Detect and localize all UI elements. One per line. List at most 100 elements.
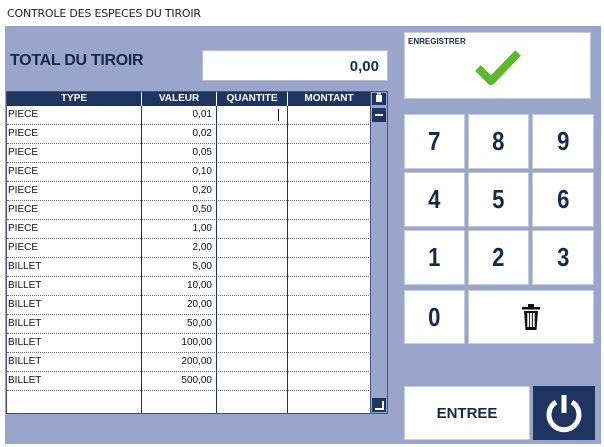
- grid-scrollbar[interactable]: [370, 92, 387, 413]
- cell-value: 500,00: [142, 372, 217, 391]
- cell-type: PIECE: [7, 144, 142, 163]
- key-3[interactable]: 3: [532, 230, 594, 285]
- save-button[interactable]: ENREGISTRER: [404, 32, 591, 99]
- cell-value: 10,00: [142, 277, 217, 296]
- cell-type: BILLET: [7, 372, 142, 391]
- cell-value: 100,00: [142, 334, 217, 353]
- cell-quantity[interactable]: [217, 334, 288, 353]
- scroll-top-icon[interactable]: [372, 93, 386, 105]
- table-row[interactable]: BILLET 5,00: [7, 258, 371, 277]
- cell-amount: [288, 296, 371, 315]
- cell-quantity[interactable]: [217, 277, 288, 296]
- key-2[interactable]: 2: [468, 230, 529, 285]
- cell-type: BILLET: [7, 334, 142, 353]
- cell-quantity[interactable]: [217, 163, 288, 182]
- column-header-value[interactable]: VALEUR: [142, 92, 217, 106]
- cell-amount: [288, 201, 371, 220]
- scroll-down-button[interactable]: [372, 398, 386, 412]
- table-row[interactable]: BILLET 50,00: [7, 315, 371, 334]
- cell-quantity[interactable]: [217, 315, 288, 334]
- cell-type: BILLET: [7, 296, 142, 315]
- cash-grid: TYPE VALEUR QUANTITE MONTANT PIECE 0,01 PI…: [6, 91, 388, 414]
- cell-value: 0,01: [142, 106, 217, 125]
- total-field: 0,00: [202, 50, 388, 81]
- cell-quantity[interactable]: [217, 182, 288, 201]
- table-row[interactable]: PIECE 2,00: [7, 239, 371, 258]
- cell-quantity[interactable]: [217, 372, 288, 391]
- cell-value: 0,20: [142, 182, 217, 201]
- table-row[interactable]: PIECE 0,01: [7, 106, 371, 125]
- cell-quantity[interactable]: [217, 106, 288, 125]
- grid-header: TYPE VALEUR QUANTITE MONTANT: [7, 92, 371, 106]
- key-7[interactable]: 7: [404, 114, 465, 169]
- column-header-amount[interactable]: MONTANT: [288, 92, 371, 106]
- cell-quantity[interactable]: [217, 353, 288, 372]
- table-row[interactable]: PIECE 1,00: [7, 220, 371, 239]
- cell-amount: [288, 315, 371, 334]
- cell-value: 1,00: [142, 220, 217, 239]
- cell-value: 2,00: [142, 239, 217, 258]
- column-header-quantity[interactable]: QUANTITE: [217, 92, 288, 106]
- cell-type: PIECE: [7, 239, 142, 258]
- cell-amount: [288, 125, 371, 144]
- table-row[interactable]: PIECE 0,02: [7, 125, 371, 144]
- cell-value: 0,50: [142, 201, 217, 220]
- scroll-up-button[interactable]: [372, 108, 386, 122]
- column-header-type[interactable]: TYPE: [7, 92, 142, 106]
- key-8[interactable]: 8: [468, 114, 529, 169]
- delete-button[interactable]: [468, 290, 594, 344]
- table-row[interactable]: BILLET 20,00: [7, 296, 371, 315]
- cell-quantity[interactable]: [217, 220, 288, 239]
- enter-label: ENTREE: [436, 404, 498, 422]
- cell-type: BILLET: [7, 353, 142, 372]
- key-0[interactable]: 0: [404, 290, 465, 344]
- cell-quantity[interactable]: [217, 258, 288, 277]
- table-row[interactable]: BILLET 500,00: [7, 372, 371, 391]
- cell-quantity[interactable]: [217, 144, 288, 163]
- power-button[interactable]: [533, 386, 595, 440]
- table-row[interactable]: BILLET 200,00: [7, 353, 371, 372]
- key-9-label: 9: [556, 126, 570, 156]
- cell-amount: [288, 277, 371, 296]
- text-cursor: [278, 109, 279, 121]
- key-6[interactable]: 6: [532, 172, 594, 227]
- key-7-label: 7: [428, 126, 441, 156]
- empty-cell: [288, 391, 371, 413]
- table-row[interactable]: PIECE 0,10: [7, 163, 371, 182]
- cell-type: PIECE: [7, 163, 142, 182]
- table-row[interactable]: BILLET 100,00: [7, 334, 371, 353]
- total-value: 0,00: [349, 58, 379, 75]
- key-5[interactable]: 5: [468, 172, 529, 227]
- cell-quantity[interactable]: [217, 125, 288, 144]
- cell-quantity[interactable]: [217, 239, 288, 258]
- key-1-label: 1: [428, 242, 441, 272]
- cell-quantity[interactable]: [217, 201, 288, 220]
- table-row[interactable]: BILLET 10,00: [7, 277, 371, 296]
- cell-quantity[interactable]: [217, 296, 288, 315]
- table-row[interactable]: PIECE 0,05: [7, 144, 371, 163]
- grid-rows: PIECE 0,01 PIECE 0,02 PIECE 0,05 PIECE 0,10 PIEC…: [7, 106, 371, 413]
- empty-cell: [217, 391, 288, 413]
- key-1[interactable]: 1: [404, 230, 465, 285]
- key-5-label: 5: [492, 184, 505, 214]
- power-icon: [546, 395, 582, 433]
- table-row[interactable]: PIECE 0,20: [7, 182, 371, 201]
- cell-type: PIECE: [7, 201, 142, 220]
- cell-value: 0,02: [142, 125, 217, 144]
- key-3-label: 3: [556, 242, 570, 272]
- cell-type: BILLET: [7, 277, 142, 296]
- window-title: CONTROLE DES ESPECES DU TIROIR: [7, 7, 201, 20]
- cell-amount: [288, 106, 371, 125]
- title-bar: CONTROLE DES ESPECES DU TIROIR: [0, 0, 604, 26]
- table-row[interactable]: PIECE 0,50: [7, 201, 371, 220]
- key-4[interactable]: 4: [404, 172, 465, 227]
- enter-button[interactable]: ENTREE: [404, 386, 530, 440]
- key-9[interactable]: 9: [532, 114, 594, 169]
- cell-type: PIECE: [7, 106, 142, 125]
- cell-value: 200,00: [142, 353, 217, 372]
- cell-type: BILLET: [7, 315, 142, 334]
- cell-type: PIECE: [7, 182, 142, 201]
- cell-type: BILLET: [7, 258, 142, 277]
- cell-amount: [288, 334, 371, 353]
- cell-value: 5,00: [142, 258, 217, 277]
